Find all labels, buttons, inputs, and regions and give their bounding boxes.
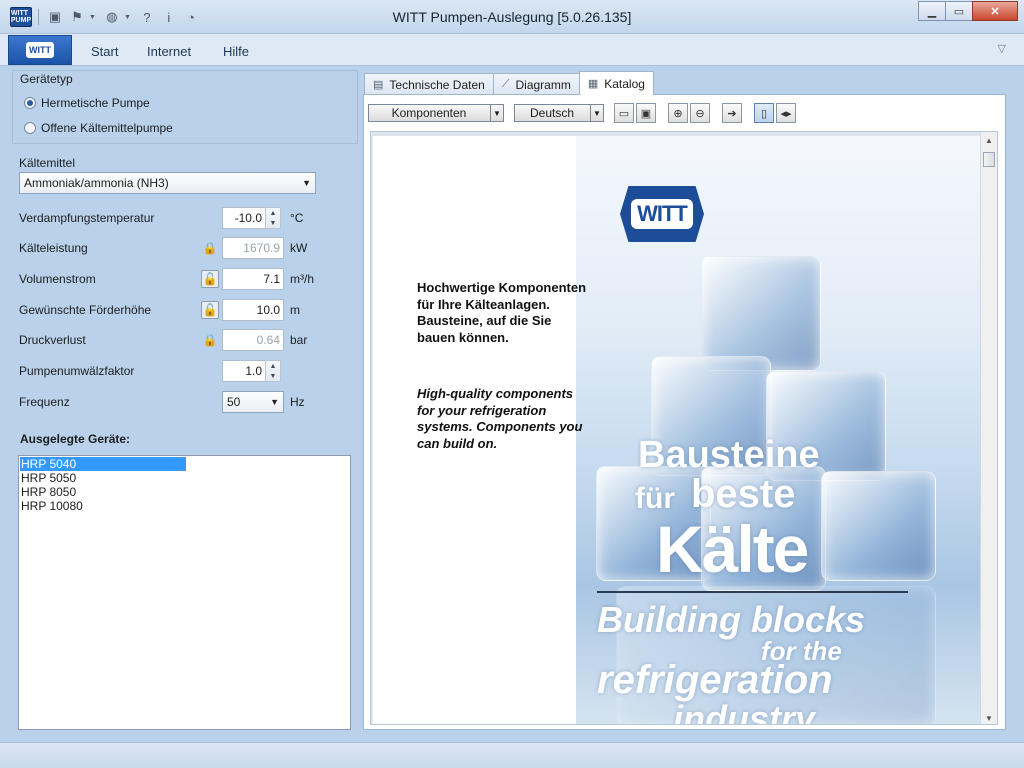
tab-technische-daten[interactable]: ▤ Technische Daten [364,73,494,95]
catalog-text-german: Hochwertige Komponenten für Ihre Kältean… [417,280,587,345]
section-select[interactable]: Komponenten ▼ [368,104,504,122]
chevron-down-icon: ▼ [490,105,503,121]
circ-factor-input[interactable]: 1.0 [222,360,266,382]
headline-industry: industry [673,698,816,725]
catalog-panel: Komponenten ▼ Deutsch ▼ ▭ ▣ ⊕ ⊖ ➔ ▯ ◂▸ W… [363,94,1006,730]
title-bar: WITT PUMP ▣ ⚑ ▼ ◍ ▼ ? i ◔ WITT Pumpen-Au… [0,0,1024,34]
refrigerant-select[interactable]: Ammoniak/ammonia (NH3) ▼ [19,172,316,194]
radio-unselected-icon [24,122,36,134]
list-item[interactable]: HRP 10080 [20,499,186,513]
arrow-right-icon[interactable]: ➔ [722,103,742,123]
headline-beste: beste [691,472,796,516]
ribbon-tab-hilfe[interactable]: Hilfe [223,44,249,59]
headline-fuer: für [635,482,675,515]
catalog-toolbar: Komponenten ▼ Deutsch ▼ ▭ ▣ ⊕ ⊖ ➔ ▯ ◂▸ [368,101,798,125]
head-input[interactable]: 10.0 [222,299,284,321]
volume-flow-input[interactable]: 7.1 [222,268,284,290]
radio-open-pump[interactable]: Offene Kältemittelpumpe [24,121,173,135]
chevron-down-icon: ▼ [302,178,311,188]
frequency-select[interactable]: 50 ▼ [222,391,284,413]
head-unit: m [290,303,300,317]
capacity-label: Kälteleistung [19,241,88,255]
headline-bausteine: Bausteine [638,434,820,476]
capacity-input[interactable]: 1670.9 [222,237,284,259]
close-button[interactable]: ✕ [972,1,1018,21]
headline-building-blocks: Building blocks [597,599,866,640]
frequency-label: Frequenz [19,395,70,409]
lock-icon[interactable]: 🔒 [201,331,219,349]
list-item[interactable]: HRP 5050 [20,471,186,485]
ribbon-collapse-icon[interactable]: ▽ [998,42,1006,55]
catalog-text-english: High-quality components for your refrige… [417,386,583,451]
chevron-down-icon: ▼ [590,105,603,121]
radio-selected-icon [24,97,36,109]
catalog-page: WITT Hochwertige Komponenten für Ihre Kä… [373,136,981,725]
headline-refrigeration: refrigeration [597,658,833,702]
document-icon: ▦ [587,78,599,90]
volume-flow-label: Volumenstrom [19,272,96,286]
head-label: Gewünschte Förderhöhe [19,303,152,317]
evap-temp-stepper[interactable]: ▲ ▼ [265,207,281,229]
scroll-down-icon[interactable]: ▼ [981,710,997,724]
devices-label: Ausgelegte Geräte: [20,432,131,446]
page-width-icon[interactable]: ◂▸ [776,103,796,123]
pressure-loss-unit: bar [290,333,308,347]
list-item[interactable]: HRP 5040 [20,457,186,471]
witt-brand-logo: WITT [620,186,704,242]
zoom-out-icon[interactable]: ⊖ [690,103,710,123]
ribbon-tab-start[interactable]: Start [91,44,118,59]
language-select[interactable]: Deutsch ▼ [514,104,604,122]
circ-factor-label: Pumpenumwälzfaktor [19,364,135,378]
evap-temp-unit: °C [290,211,304,225]
unlock-icon[interactable]: 🔓 [201,270,219,288]
chevron-down-icon: ▼ [270,397,279,407]
frequency-unit: Hz [290,395,305,409]
capacity-unit: kW [290,241,308,255]
list-item[interactable]: HRP 8050 [20,485,186,499]
status-bar [0,742,1024,768]
radio-hermetic-pump[interactable]: Hermetische Pumpe [24,96,150,110]
ribbon-tab-internet[interactable]: Internet [147,44,191,59]
headline-kaelte: Kälte [656,512,809,586]
zoom-in-icon[interactable]: ⊕ [668,103,688,123]
vertical-scrollbar[interactable]: ▲ ▼ [980,132,997,724]
evap-temp-input[interactable]: -10.0 [222,207,266,229]
circ-factor-stepper[interactable]: ▲ ▼ [265,360,281,382]
window-controls: ▁ ▭ ✕ [918,1,1018,21]
minimize-button[interactable]: ▁ [918,1,946,21]
refrigerant-label: Kältemittel [19,156,76,170]
single-page-icon[interactable]: ▯ [754,103,774,123]
pressure-loss-label: Druckverlust [19,333,86,347]
result-tabs: ▤ Technische Daten ⟋ Diagramm ▦ Katalog [364,71,654,95]
unlock-icon[interactable]: 🔓 [201,301,219,319]
lock-icon[interactable]: 🔒 [201,239,219,257]
parameter-panel: Gerätetyp Hermetische Pumpe Offene Kälte… [8,66,358,736]
devices-list[interactable]: HRP 5040 HRP 5050 HRP 8050 HRP 10080 [18,455,351,730]
scroll-up-icon[interactable]: ▲ [981,132,997,148]
divider [597,591,908,593]
volume-flow-unit: m³/h [290,272,314,286]
evap-temp-label: Verdampfungstemperatur [19,211,155,225]
calculator-icon: ▤ [373,79,384,91]
device-type-label: Gerätetyp [20,72,73,86]
ribbon: WITT Start Internet Hilfe ▽ [0,34,1024,66]
witt-logo: WITT [26,42,54,58]
document-viewer[interactable]: WITT Hochwertige Komponenten für Ihre Kä… [370,131,998,725]
chart-icon: ⟋ [501,78,510,90]
print-icon[interactable]: ▣ [636,103,656,123]
scroll-thumb[interactable] [983,152,995,167]
pressure-loss-input[interactable]: 0.64 [222,329,284,351]
window-title: WITT Pumpen-Auslegung [5.0.26.135] [392,9,632,25]
application-button[interactable]: WITT [8,35,72,65]
maximize-button[interactable]: ▭ [945,1,973,21]
tab-katalog[interactable]: ▦ Katalog [578,71,654,95]
save-icon[interactable]: ▭ [614,103,634,123]
tab-diagramm[interactable]: ⟋ Diagramm [492,73,580,95]
